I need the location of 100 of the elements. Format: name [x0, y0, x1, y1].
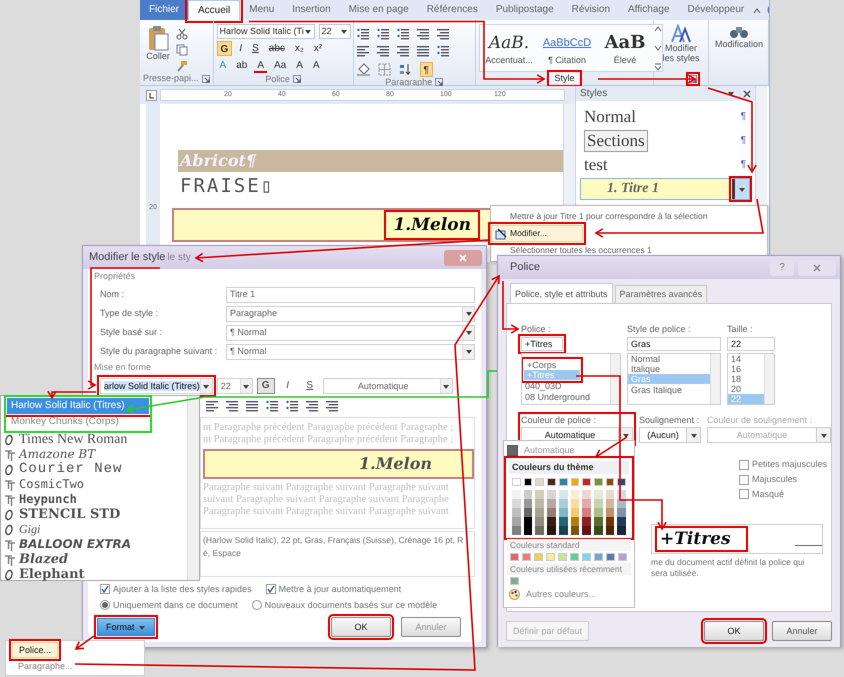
list-item[interactable]: Italique: [628, 364, 710, 374]
checkbox[interactable]: [100, 584, 110, 594]
font-option[interactable]: CosmicTwo: [1, 477, 187, 492]
text-style-button[interactable]: abc: [266, 41, 288, 56]
ribbon-tab[interactable]: Références: [418, 0, 487, 20]
font-effect-button[interactable]: A: [216, 58, 230, 73]
color-shades[interactable]: [524, 490, 532, 535]
cancel-button[interactable]: Annuler: [772, 621, 832, 641]
menu-item[interactable]: Sélectionner toutes les occurrences 1: [491, 242, 767, 259]
font-option[interactable]: Heypunch: [1, 492, 187, 507]
font-effect-button[interactable]: A: [293, 58, 306, 73]
more-colors-button[interactable]: Autres couleurs...: [507, 589, 631, 600]
list-item[interactable]: 20: [728, 384, 764, 394]
close-button[interactable]: [798, 260, 836, 276]
font-option[interactable]: Courier New: [1, 462, 187, 477]
list-item[interactable]: 18: [728, 374, 764, 384]
ribbon-tab[interactable]: Développeur: [678, 0, 754, 20]
ribbon-tab[interactable]: Insertion: [283, 0, 340, 20]
list-item[interactable]: 08 Underground: [522, 391, 610, 402]
font-option[interactable]: Elephant: [1, 567, 187, 582]
close-button[interactable]: [444, 250, 482, 266]
color-shades[interactable]: [512, 490, 521, 535]
color-swatch[interactable]: [507, 444, 518, 456]
list-item[interactable]: 14: [728, 354, 764, 364]
menu-item[interactable]: Mettre à jour Titre 1 pour correspondre à la sélection: [491, 208, 767, 225]
font-option[interactable]: BALLOON EXTRA: [1, 537, 187, 552]
text-style-button[interactable]: I: [278, 378, 297, 394]
dialog-tab[interactable]: Paramètres avancés: [614, 285, 708, 303]
text-style-button[interactable]: G: [216, 41, 232, 56]
dropdown-field[interactable]: Paragraphe: [226, 306, 475, 322]
paste-button[interactable]: Coller: [143, 24, 173, 72]
ribbon-tab[interactable]: Menu: [240, 0, 284, 20]
color-shades[interactable]: [606, 490, 614, 535]
font-option[interactable]: Monkey Chunks (Corps): [7, 414, 149, 430]
color-shades[interactable]: [582, 490, 591, 535]
checkbox[interactable]: [739, 489, 749, 500]
dropdown-field[interactable]: (Aucun): [639, 427, 701, 444]
menu-item[interactable]: Modifier...: [491, 225, 583, 242]
checkbox[interactable]: [739, 474, 749, 485]
menu-item[interactable]: Police...: [12, 642, 58, 658]
menu-item[interactable]: Paragraphe...: [12, 658, 79, 674]
font-effect-button[interactable]: Aa: [271, 58, 290, 73]
text-style-button[interactable]: S: [249, 41, 262, 56]
color-shades[interactable]: [535, 490, 544, 535]
list-item[interactable]: 040_03D: [522, 381, 610, 392]
font-option[interactable]: Blazed: [1, 552, 187, 567]
color-shades[interactable]: [594, 490, 603, 535]
style-tile[interactable]: AaB Élevé: [596, 25, 654, 71]
style-item[interactable]: 1. Titre 1: [580, 178, 750, 200]
ok-button[interactable]: OK: [331, 617, 391, 637]
dropdown-button[interactable]: [732, 179, 749, 199]
input-field[interactable]: Gras: [627, 336, 721, 351]
radio-button[interactable]: [252, 600, 262, 610]
text-style-button[interactable]: x²: [310, 41, 326, 56]
size-combo[interactable]: 22: [318, 24, 351, 39]
style-gallery[interactable]: AaB. Accentuat... AaBbCcD ¶ Citation AaB Élevé: [479, 24, 663, 72]
color-shades[interactable]: [547, 490, 556, 535]
ribbon-tab[interactable]: Affichage: [619, 0, 679, 20]
ribbon-tab[interactable]: Publipostage: [486, 0, 563, 20]
checkbox[interactable]: [739, 460, 749, 470]
color-combo[interactable]: Automatique: [322, 378, 453, 394]
ribbon-tab[interactable]: Mise en page: [340, 0, 418, 20]
size-combo[interactable]: 22: [216, 378, 253, 394]
text-style-button[interactable]: x₂: [292, 41, 307, 56]
style-tile[interactable]: AaBbCcD ¶ Citation: [538, 25, 596, 71]
ribbon-tab[interactable]: Fichier: [140, 0, 188, 20]
font-option[interactable]: Times New Roman: [1, 432, 187, 447]
dropdown-field[interactable]: ¶ Normal: [226, 324, 475, 340]
editing-button[interactable]: Modification: [712, 24, 766, 72]
radio-button[interactable]: [100, 600, 110, 610]
font-combo[interactable]: Harlow Solid Italic (Ti: [216, 24, 315, 39]
text-style-button[interactable]: I: [236, 41, 246, 56]
list-item[interactable]: Gras Italique: [628, 384, 710, 395]
font-option[interactable]: Amazone BT: [1, 447, 187, 462]
ok-button[interactable]: OK: [704, 621, 764, 641]
format-menu-button[interactable]: Format: [97, 618, 155, 636]
input-field[interactable]: 22: [727, 336, 775, 351]
dialog-tab[interactable]: Police, style et attributs: [510, 283, 613, 303]
font-effect-button[interactable]: ab: [233, 58, 250, 73]
style-tile[interactable]: AaB. Accentuat...: [480, 25, 538, 71]
color-shades[interactable]: [570, 490, 580, 535]
list-item[interactable]: 16: [728, 364, 764, 374]
list-item[interactable]: Normal: [628, 354, 710, 364]
font-option[interactable]: STENCIL STD: [1, 507, 187, 522]
ribbon-tab[interactable]: Accueil: [188, 0, 240, 20]
font-option[interactable]: Gigi: [1, 522, 187, 537]
font-effect-button[interactable]: A: [310, 58, 323, 73]
input-field[interactable]: +Titres: [521, 336, 563, 351]
show-marks-button[interactable]: ¶: [420, 62, 433, 77]
text-style-button[interactable]: G: [256, 378, 275, 394]
list-item[interactable]: +Corps: [524, 360, 580, 370]
input-field[interactable]: Titre 1: [226, 286, 475, 302]
dropdown-field[interactable]: ¶ Normal: [226, 344, 475, 360]
font-effect-button[interactable]: A: [254, 58, 267, 73]
checkbox[interactable]: [266, 584, 276, 594]
ribbon-tab[interactable]: Révision: [562, 0, 620, 20]
font-combo[interactable]: arlow Solid Italic (Titres): [100, 378, 213, 394]
color-shades[interactable]: [558, 490, 568, 535]
color-shades[interactable]: [617, 490, 626, 535]
text-style-button[interactable]: S: [300, 378, 319, 394]
